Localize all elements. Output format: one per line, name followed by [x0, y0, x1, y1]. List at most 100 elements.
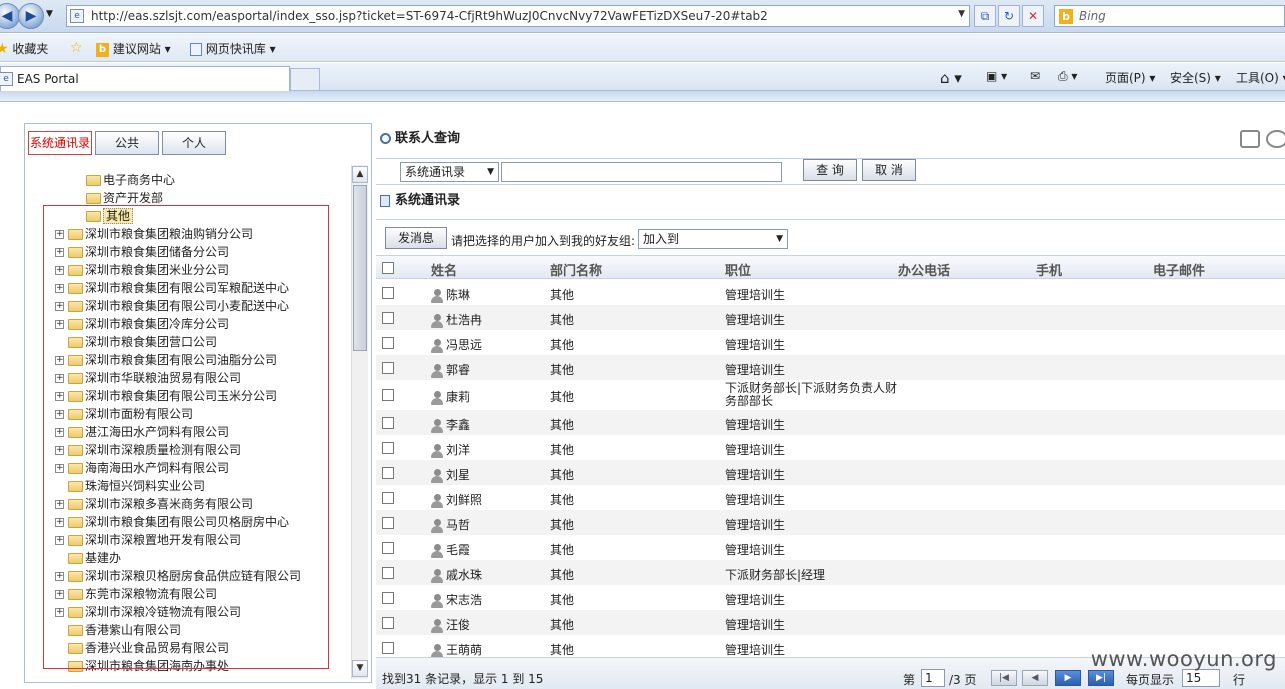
table-row[interactable]: 李鑫 其他 管理培训生: [376, 410, 1285, 435]
expand-icon[interactable]: +: [55, 518, 64, 527]
add-favorite-button[interactable]: ☆: [70, 40, 83, 56]
table-row[interactable]: 毛霞 其他 管理培训生: [376, 535, 1285, 560]
expand-icon[interactable]: +: [55, 248, 64, 257]
mail-icon[interactable]: ✉: [1030, 69, 1040, 83]
tree-node[interactable]: + 深圳市深粮冷链物流有限公司: [55, 603, 241, 621]
col-email[interactable]: 电子邮件: [1153, 260, 1205, 279]
expand-icon[interactable]: +: [55, 572, 64, 581]
tree-node[interactable]: + 深圳市粮食集团有限公司贝格厨房中心: [55, 513, 289, 531]
refresh-icon[interactable]: ↻: [998, 5, 1020, 27]
row-checkbox[interactable]: [382, 592, 394, 604]
row-checkbox[interactable]: [382, 389, 394, 401]
next-page-button[interactable]: ▶: [1055, 670, 1081, 686]
tree-node[interactable]: + 湛江海田水产饲料有限公司: [55, 423, 229, 441]
tree-node[interactable]: 香港兴业食品贸易有限公司: [55, 639, 229, 657]
contact-name[interactable]: 王萌萌: [431, 641, 482, 658]
expand-icon[interactable]: +: [55, 374, 64, 383]
tree-node[interactable]: + 海南海田水产饲料有限公司: [55, 459, 229, 477]
expand-icon[interactable]: +: [55, 500, 64, 509]
table-row[interactable]: 刘鲜照 其他 管理培训生: [376, 485, 1285, 510]
last-page-button[interactable]: ▶|: [1088, 670, 1114, 686]
row-checkbox[interactable]: [382, 492, 394, 504]
cancel-button[interactable]: 取 消: [862, 159, 916, 181]
tree-node[interactable]: + 深圳市粮食集团有限公司油脂分公司: [55, 351, 277, 369]
query-button[interactable]: 查 询: [803, 159, 857, 181]
col-mobile[interactable]: 手机: [1036, 260, 1062, 279]
per-page-select[interactable]: 15: [1182, 669, 1220, 687]
safety-menu[interactable]: 安全(S) ▾: [1170, 69, 1221, 86]
tree-scrollbar[interactable]: ▲ ▼: [351, 165, 368, 679]
tree-node[interactable]: 深圳市粮食集团营口公司: [55, 333, 217, 351]
table-row[interactable]: 宋志浩 其他 管理培训生: [376, 585, 1285, 610]
contact-name[interactable]: 陈琳: [431, 286, 470, 303]
contact-name[interactable]: 刘星: [431, 466, 470, 483]
tab-system-directory[interactable]: 系统通讯录: [28, 131, 92, 155]
col-department[interactable]: 部门名称: [550, 260, 602, 279]
tree-node[interactable]: + 深圳市深粮贝格厨房食品供应链有限公司: [55, 567, 301, 585]
expand-icon[interactable]: +: [55, 446, 64, 455]
tree-node[interactable]: + 深圳市粮食集团有限公司军粮配送中心: [55, 279, 289, 297]
contact-name[interactable]: 李鑫: [431, 416, 470, 433]
expand-icon[interactable]: +: [55, 590, 64, 599]
expand-icon[interactable]: +: [55, 356, 64, 365]
tree-node[interactable]: + 深圳市粮食集团米业分公司: [55, 261, 229, 279]
row-checkbox[interactable]: [382, 312, 394, 324]
table-row[interactable]: 郭睿 其他 管理培训生: [376, 355, 1285, 380]
contact-name[interactable]: 刘洋: [431, 441, 470, 458]
new-tab-button[interactable]: [290, 68, 320, 91]
tree-node[interactable]: 电子商务中心: [86, 171, 175, 189]
contact-name[interactable]: 宋志浩: [431, 591, 482, 608]
stop-icon[interactable]: ✕: [1022, 5, 1044, 27]
expand-icon[interactable]: +: [55, 608, 64, 617]
scroll-down-button[interactable]: ▼: [352, 660, 368, 677]
tree-node[interactable]: + 深圳市粮食集团储备分公司: [55, 243, 229, 261]
row-checkbox[interactable]: [382, 567, 394, 579]
expand-icon[interactable]: +: [55, 266, 64, 275]
table-row[interactable]: 马哲 其他 管理培训生: [376, 510, 1285, 535]
table-row[interactable]: 刘星 其他 管理培训生: [376, 460, 1285, 485]
row-checkbox[interactable]: [382, 442, 394, 454]
table-row[interactable]: 戚水珠 其他 下派财务部长|经理: [376, 560, 1285, 585]
row-checkbox[interactable]: [382, 287, 394, 299]
tree-node[interactable]: + 深圳市粮食集团有限公司小麦配送中心: [55, 297, 289, 315]
search-input[interactable]: [501, 162, 782, 182]
forward-button[interactable]: ▶: [18, 3, 44, 29]
search-box[interactable]: b Bing: [1054, 5, 1285, 27]
contact-name[interactable]: 毛霞: [431, 541, 470, 558]
first-page-button[interactable]: |◀: [991, 670, 1017, 686]
tree-node[interactable]: + 深圳市粮食集团冷库分公司: [55, 315, 229, 333]
tree-node[interactable]: + 东莞市深粮物流有限公司: [55, 585, 217, 603]
scroll-thumb[interactable]: [353, 185, 367, 351]
expand-icon[interactable]: +: [55, 230, 64, 239]
row-checkbox[interactable]: [382, 467, 394, 479]
tree-node[interactable]: + 深圳市粮食集团有限公司玉米分公司: [55, 387, 277, 405]
tree-node[interactable]: 珠海恒兴饲料实业公司: [55, 477, 205, 495]
page-menu[interactable]: 页面(P) ▾: [1105, 69, 1155, 86]
expand-icon[interactable]: +: [55, 428, 64, 437]
col-name[interactable]: 姓名: [431, 260, 457, 279]
scroll-up-button[interactable]: ▲: [352, 166, 368, 183]
search-scope-select[interactable]: 系统通讯录 ▼: [400, 162, 499, 182]
table-row[interactable]: 陈琳 其他 管理培训生: [376, 280, 1285, 305]
tab-personal[interactable]: 个人: [162, 131, 226, 155]
row-checkbox[interactable]: [382, 542, 394, 554]
contact-name[interactable]: 戚水珠: [431, 566, 482, 583]
expand-icon[interactable]: +: [55, 284, 64, 293]
expand-icon[interactable]: +: [55, 302, 64, 311]
contact-name[interactable]: 杜浩冉: [431, 311, 482, 328]
tree-node[interactable]: 资产开发部: [86, 189, 163, 207]
contact-name[interactable]: 汪俊: [431, 616, 470, 633]
expand-icon[interactable]: +: [55, 410, 64, 419]
contact-name[interactable]: 康莉: [431, 388, 470, 405]
expand-icon[interactable]: +: [55, 320, 64, 329]
favorites-button[interactable]: ★ 收藏夹: [0, 40, 48, 57]
url-field[interactable]: e http://eas.szlsjt.com/easportal/index_…: [66, 5, 970, 27]
contact-name[interactable]: 冯思远: [431, 336, 482, 353]
tab-public[interactable]: 公共: [95, 131, 159, 155]
suggested-sites-button[interactable]: b 建议网站 ▾: [96, 40, 171, 57]
row-checkbox[interactable]: [382, 417, 394, 429]
friend-group-select[interactable]: 加入到 ▼: [638, 229, 788, 249]
select-all-checkbox[interactable]: [382, 262, 394, 274]
tools-menu[interactable]: 工具(O) ▾: [1236, 69, 1285, 86]
col-position[interactable]: 职位: [725, 260, 751, 279]
